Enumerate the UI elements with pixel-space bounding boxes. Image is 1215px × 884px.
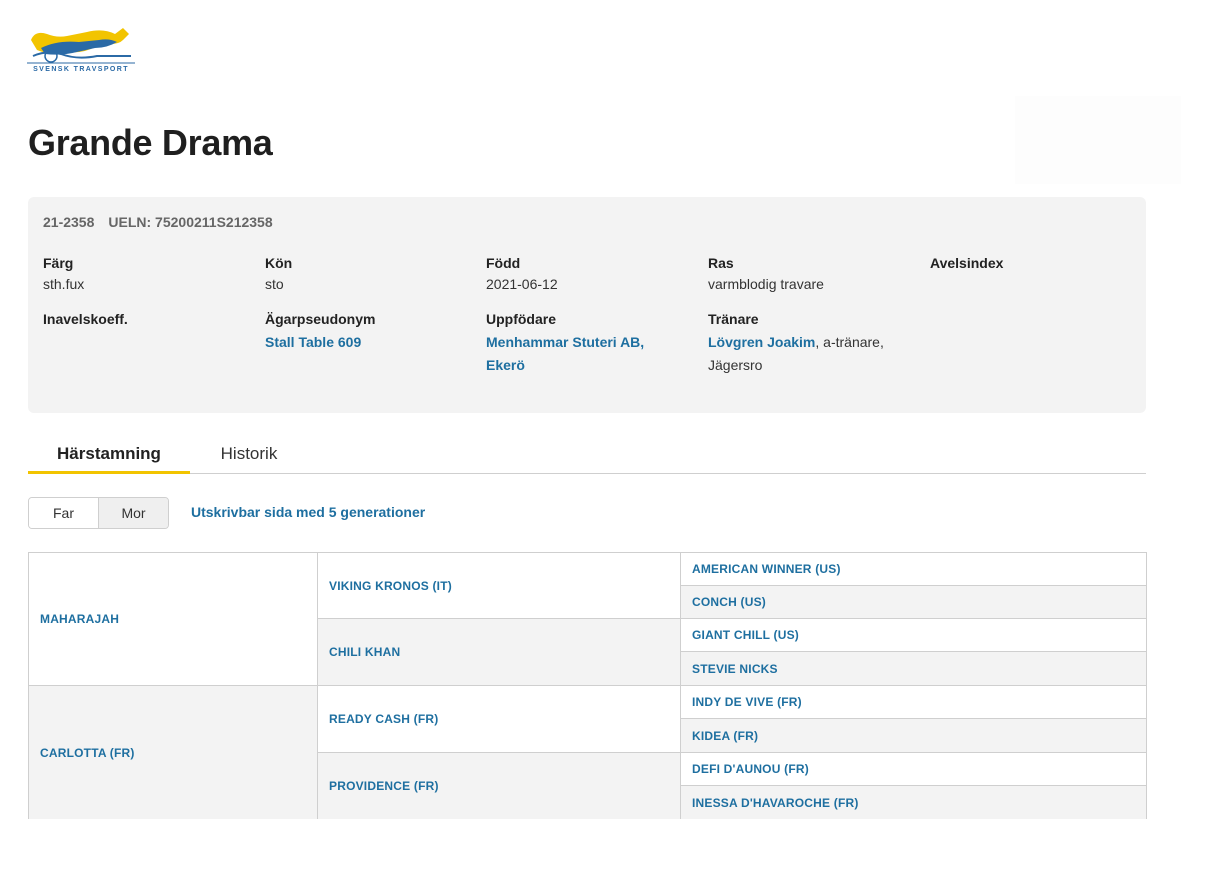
toggle-far-button[interactable]: Far [29,498,99,528]
printable-page-link[interactable]: Utskrivbar sida med 5 generationer [191,504,425,520]
field-agarpseudonym: Ägarpseudonym Stall Table 609 [265,311,376,350]
pedigree-table: MAHARAJAH CARLOTTA (FR) VIKING KRONOS (I… [28,552,1147,819]
pedigree-ggp-8[interactable]: INESSA D'HAVAROCHE (FR) [681,786,1146,819]
pedigree-ggp-7[interactable]: DEFI D'AUNOU (FR) [681,753,1146,786]
toggle-mor-button[interactable]: Mor [99,498,168,528]
trainer-link[interactable]: Lövgren Joakim [708,334,815,350]
pedigree-sire-dam[interactable]: CHILI KHAN [318,619,681,686]
field-avelsindex: Avelsindex [930,255,1004,271]
svensk-travsport-logo[interactable]: SVENSK TRAVSPORT [27,26,135,80]
pedigree-ggp-6[interactable]: KIDEA (FR) [681,719,1146,753]
field-fodd: Född 2021-06-12 [486,255,558,292]
pedigree-ggp-4[interactable]: STEVIE NICKS [681,652,1146,686]
field-farg: Färg sth.fux [43,255,85,292]
tab-bar: Härstamning Historik [28,440,1146,474]
field-uppfodare: Uppfödare Menhammar Stuteri AB, Ekerö [486,311,645,373]
field-ras: Ras varmblodig travare [708,255,824,292]
tab-historik[interactable]: Historik [204,440,294,474]
field-kon: Kön sto [265,255,293,292]
breeder-link[interactable]: Menhammar Stuteri AB, Ekerö [486,334,644,373]
tab-harstamning[interactable]: Härstamning [28,440,190,474]
horse-identifiers: 21-2358 UELN: 75200211S212358 [43,214,273,230]
pedigree-ggp-5[interactable]: INDY DE VIVE (FR) [681,686,1146,719]
pedigree-sire-sire[interactable]: VIKING KRONOS (IT) [318,553,681,619]
pedigree-ggp-3[interactable]: GIANT CHILL (US) [681,619,1146,652]
pedigree-sire[interactable]: MAHARAJAH [29,553,318,686]
owner-link[interactable]: Stall Table 609 [265,334,361,350]
pedigree-dam-sire[interactable]: READY CASH (FR) [318,686,681,753]
ueln-number: UELN: 75200211S212358 [108,214,273,230]
page-title: Grande Drama [28,122,273,163]
logo-wordmark: SVENSK TRAVSPORT [33,66,129,73]
pedigree-ggp-2[interactable]: CONCH (US) [681,586,1146,619]
far-mor-toggle: Far Mor [28,497,169,529]
registration-number: 21-2358 [43,214,95,230]
trotter-logo-icon [27,28,135,64]
pedigree-dam-dam[interactable]: PROVIDENCE (FR) [318,753,681,819]
field-tranare: Tränare Lövgren Joakim, a-tränare, Jäger… [708,311,884,373]
pedigree-dam[interactable]: CARLOTTA (FR) [29,686,318,819]
field-inavelskoeff: Inavelskoeff. [43,311,128,327]
pedigree-ggp-1[interactable]: AMERICAN WINNER (US) [681,553,1146,586]
placeholder-area [1015,96,1181,184]
horse-info-card: 21-2358 UELN: 75200211S212358 Färg sth.fu… [28,197,1146,413]
